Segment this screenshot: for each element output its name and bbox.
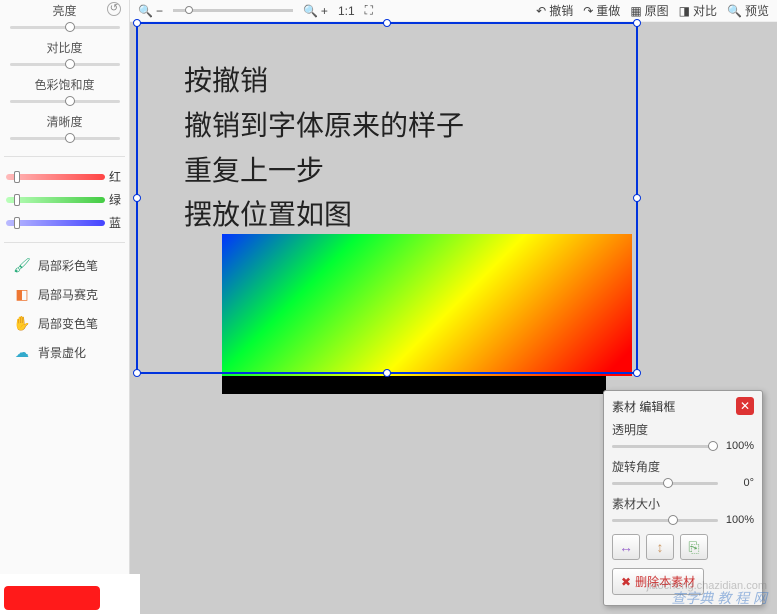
- compare-button[interactable]: ◨对比: [679, 2, 717, 19]
- tool-label: 局部彩色笔: [38, 257, 98, 274]
- redo-icon: ↷: [583, 4, 593, 18]
- contrast-slider[interactable]: [10, 56, 120, 72]
- size-slider[interactable]: [612, 519, 718, 522]
- zoom-slider[interactable]: [173, 9, 293, 12]
- resize-handle-mr[interactable]: [633, 194, 641, 202]
- tool-mosaic[interactable]: ◧ 局部马赛克: [0, 280, 129, 309]
- top-toolbar: 🔍− 🔍+ 1:1 ⛶ ↶撤销 ↷重做 ▦原图 ◨对比 🔍预览: [130, 0, 777, 22]
- saturation-label: 色彩饱和度: [0, 76, 129, 93]
- preview-button[interactable]: 🔍预览: [727, 2, 769, 19]
- resize-handle-tm[interactable]: [383, 19, 391, 27]
- cloud-icon: ☁: [14, 345, 30, 361]
- red-label: 红: [109, 168, 123, 185]
- zoom-11-button[interactable]: 1:1: [338, 4, 355, 18]
- hand-icon: ✋: [14, 316, 30, 332]
- selection-box[interactable]: [136, 22, 638, 374]
- sidebar: 亮度 ↺ 对比度 色彩饱和度 清晰度 红 绿 蓝: [0, 0, 130, 614]
- compare-icon: ◨: [679, 4, 690, 18]
- resize-handle-bm[interactable]: [383, 369, 391, 377]
- tool-label: 局部变色笔: [38, 315, 98, 332]
- size-label: 素材大小: [612, 495, 754, 512]
- material-edit-panel: 素材 编辑框 ✕ 透明度 100% 旋转角度 0° 素材大小 100% ↔ ↕ …: [603, 390, 763, 606]
- sharpness-label: 清晰度: [0, 113, 129, 130]
- tool-label: 背景虚化: [38, 344, 86, 361]
- delete-icon: ✖: [621, 575, 631, 589]
- reset-icon[interactable]: ↺: [107, 2, 121, 16]
- flip-h-icon: ↔: [619, 539, 633, 555]
- resize-handle-ml[interactable]: [133, 194, 141, 202]
- blue-slider[interactable]: [6, 220, 105, 226]
- size-value: 100%: [722, 514, 754, 526]
- divider: [4, 156, 125, 157]
- opacity-slider[interactable]: [612, 445, 718, 448]
- original-button[interactable]: ▦原图: [630, 2, 668, 19]
- zoom-in-button[interactable]: 🔍+: [303, 4, 328, 18]
- redacted-area: [0, 574, 140, 614]
- redo-button[interactable]: ↷重做: [583, 2, 620, 19]
- flip-horizontal-button[interactable]: ↔: [612, 534, 640, 560]
- rotation-value: 0°: [722, 477, 754, 489]
- brightness-slider[interactable]: [10, 19, 120, 35]
- green-label: 绿: [109, 191, 123, 208]
- flip-v-icon: ↕: [657, 539, 664, 555]
- brush-icon: 🖌: [14, 258, 30, 274]
- copy-icon: ⎘: [688, 539, 699, 556]
- adjustment-sliders: 亮度 ↺ 对比度 色彩饱和度 清晰度: [0, 0, 129, 148]
- sharpness-slider[interactable]: [10, 130, 120, 146]
- zoom-fit-button[interactable]: ⛶: [365, 3, 373, 18]
- flip-vertical-button[interactable]: ↕: [646, 534, 674, 560]
- divider: [4, 242, 125, 243]
- rotation-slider[interactable]: [612, 482, 718, 485]
- red-slider[interactable]: [6, 174, 105, 180]
- zoom-out-button[interactable]: 🔍−: [138, 4, 163, 18]
- watermark-text: 查字典 教 程 网: [671, 588, 767, 608]
- resize-handle-br[interactable]: [633, 369, 641, 377]
- resize-handle-bl[interactable]: [133, 369, 141, 377]
- resize-handle-tl[interactable]: [133, 19, 141, 27]
- tool-label: 局部马赛克: [38, 286, 98, 303]
- rgb-sliders: 红 绿 蓝: [0, 165, 129, 234]
- panel-title: 素材 编辑框: [612, 398, 675, 415]
- preview-icon: 🔍: [727, 4, 742, 18]
- resize-handle-tr[interactable]: [633, 19, 641, 27]
- green-slider[interactable]: [6, 197, 105, 203]
- tool-recolor[interactable]: ✋ 局部变色笔: [0, 309, 129, 338]
- rotation-label: 旋转角度: [612, 458, 754, 475]
- zoom-out-icon: 🔍: [138, 4, 153, 18]
- opacity-label: 透明度: [612, 421, 754, 438]
- tools-list: 🖌 局部彩色笔 ◧ 局部马赛克 ✋ 局部变色笔 ☁ 背景虚化: [0, 251, 129, 367]
- copy-button[interactable]: ⎘: [680, 534, 708, 560]
- undo-button[interactable]: ↶撤销: [536, 2, 573, 19]
- undo-icon: ↶: [536, 4, 546, 18]
- contrast-label: 对比度: [0, 39, 129, 56]
- zoom-in-icon: 🔍: [303, 4, 318, 18]
- mosaic-icon: ◧: [14, 287, 30, 303]
- close-icon: ✕: [740, 399, 750, 413]
- saturation-slider[interactable]: [10, 93, 120, 109]
- tool-color-brush[interactable]: 🖌 局部彩色笔: [0, 251, 129, 280]
- blue-label: 蓝: [109, 214, 123, 231]
- opacity-value: 100%: [722, 440, 754, 452]
- close-button[interactable]: ✕: [736, 397, 754, 415]
- tool-blur[interactable]: ☁ 背景虚化: [0, 338, 129, 367]
- image-icon: ▦: [630, 4, 641, 18]
